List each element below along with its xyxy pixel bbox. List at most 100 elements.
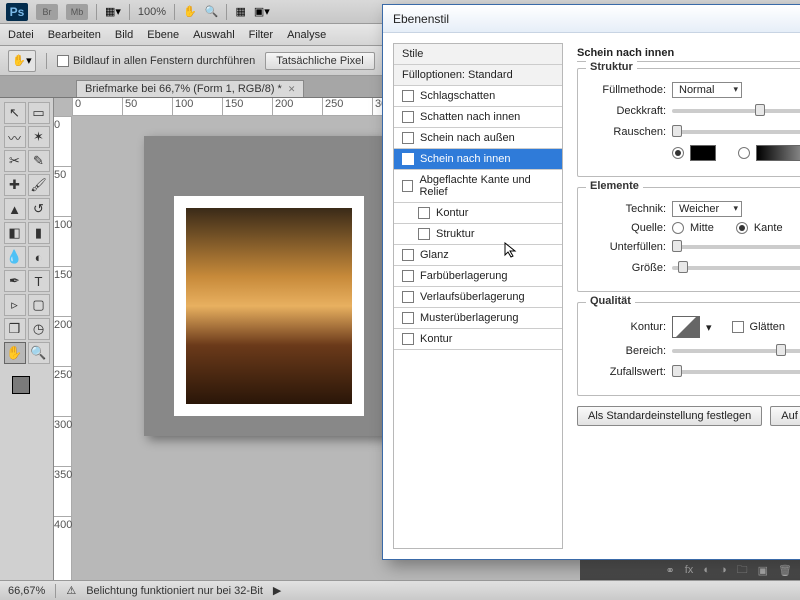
- minibridge-icon[interactable]: Mb: [66, 4, 88, 20]
- zoom-tool[interactable]: 🔍: [28, 342, 50, 364]
- noise-slider[interactable]: [672, 130, 800, 134]
- choke-slider[interactable]: [672, 245, 800, 249]
- opacity-slider[interactable]: [672, 109, 800, 113]
- history-brush-tool[interactable]: ↺: [28, 198, 50, 220]
- antialias-checkbox[interactable]: [732, 321, 744, 333]
- zoom-icon[interactable]: 🔍: [205, 5, 219, 18]
- checkbox-icon[interactable]: [418, 228, 430, 240]
- checkbox-icon[interactable]: [402, 132, 414, 144]
- color-swatches[interactable]: [12, 372, 42, 402]
- style-item[interactable]: Farbüberlagerung: [394, 266, 562, 287]
- status-zoom[interactable]: 66,67%: [8, 585, 45, 597]
- chevron-down-icon[interactable]: ▾: [706, 321, 712, 334]
- style-item[interactable]: Kontur: [394, 329, 562, 350]
- arrange-icon[interactable]: ▣▾: [254, 5, 270, 18]
- pen-tool[interactable]: ✒: [4, 270, 26, 292]
- style-item[interactable]: Schatten nach innen: [394, 107, 562, 128]
- folder-icon[interactable]: 🗀: [737, 561, 748, 580]
- source-center-radio[interactable]: [672, 222, 684, 234]
- chevron-right-icon[interactable]: ▶: [273, 584, 281, 597]
- style-item[interactable]: Kontur: [394, 203, 562, 224]
- style-item[interactable]: Glanz: [394, 245, 562, 266]
- checkbox-icon[interactable]: [402, 312, 414, 324]
- color-radio[interactable]: [672, 147, 684, 159]
- glow-gradient-chip[interactable]: [756, 145, 800, 161]
- checkbox-icon[interactable]: [402, 111, 414, 123]
- crop-tool[interactable]: ✂: [4, 150, 26, 172]
- make-default-button[interactable]: Als Standardeinstellung festlegen: [577, 406, 762, 426]
- gradient-tool[interactable]: ▮: [28, 222, 50, 244]
- close-icon[interactable]: ✕: [288, 84, 296, 95]
- eyedropper-tool[interactable]: ✎: [28, 150, 50, 172]
- view-extras-icon[interactable]: ▦: [235, 5, 245, 18]
- lasso-tool[interactable]: 〰: [4, 126, 26, 148]
- actual-pixels-button[interactable]: Tatsächliche Pixel: [265, 52, 374, 70]
- gradient-radio[interactable]: [738, 147, 750, 159]
- dodge-tool[interactable]: ◐: [28, 246, 50, 268]
- technique-select[interactable]: Weicher: [672, 201, 742, 217]
- reset-default-button[interactable]: Auf St: [770, 406, 800, 426]
- range-slider[interactable]: [672, 349, 800, 353]
- menu-analyse[interactable]: Analyse: [287, 29, 326, 41]
- checkbox-icon[interactable]: [402, 291, 414, 303]
- menu-bearbeiten[interactable]: Bearbeiten: [48, 29, 101, 41]
- hand-icon[interactable]: ✋: [183, 5, 197, 18]
- doc-tab[interactable]: Briefmarke bei 66,7% (Form 1, RGB/8) * ✕: [76, 80, 304, 97]
- move-tool[interactable]: ↖: [4, 102, 26, 124]
- type-tool[interactable]: T: [28, 270, 50, 292]
- source-edge-radio[interactable]: [736, 222, 748, 234]
- hand-tool-indicator[interactable]: ✋▾: [8, 50, 36, 72]
- checkbox-icon[interactable]: [402, 270, 414, 282]
- hand-tool[interactable]: ✋: [4, 342, 26, 364]
- menu-ebene[interactable]: Ebene: [147, 29, 179, 41]
- contour-picker[interactable]: [672, 316, 700, 338]
- checkbox-icon[interactable]: [402, 333, 414, 345]
- path-select-tool[interactable]: ▹: [4, 294, 26, 316]
- menu-auswahl[interactable]: Auswahl: [193, 29, 235, 41]
- menu-bild[interactable]: Bild: [115, 29, 133, 41]
- style-item[interactable]: Schein nach innen: [394, 149, 562, 170]
- fg-color-swatch[interactable]: [12, 376, 30, 394]
- camera3d-tool[interactable]: ◷: [28, 318, 50, 340]
- marquee-tool[interactable]: ▭: [28, 102, 50, 124]
- shape-tool[interactable]: ▢: [28, 294, 50, 316]
- new-layer-icon[interactable]: ▣: [758, 564, 768, 577]
- checkbox-icon[interactable]: [402, 180, 413, 192]
- style-item[interactable]: Abgeflachte Kante und Relief: [394, 170, 562, 203]
- menu-datei[interactable]: Datei: [8, 29, 34, 41]
- styles-header[interactable]: Stile: [394, 44, 562, 65]
- wand-tool[interactable]: ✶: [28, 126, 50, 148]
- bridge-icon[interactable]: Br: [36, 4, 58, 20]
- fill-options[interactable]: Fülloptionen: Standard: [394, 65, 562, 86]
- fx-icon[interactable]: fx: [685, 564, 694, 576]
- checkbox-icon[interactable]: [402, 90, 414, 102]
- link-icon[interactable]: ⚭: [666, 564, 675, 577]
- scroll-all-checkbox[interactable]: Bildlauf in allen Fenstern durchführen: [57, 55, 255, 67]
- screen-mode-icon[interactable]: ▦▾: [105, 5, 121, 18]
- vertical-ruler[interactable]: 050100150200250300350400: [54, 116, 72, 580]
- menu-filter[interactable]: Filter: [249, 29, 273, 41]
- heal-tool[interactable]: ✚: [4, 174, 26, 196]
- style-item[interactable]: Verlaufsüberlagerung: [394, 287, 562, 308]
- jitter-slider[interactable]: [672, 370, 800, 374]
- adjustment-icon[interactable]: ◑: [720, 564, 727, 576]
- stamp-tool[interactable]: ▲: [4, 198, 26, 220]
- eraser-tool[interactable]: ◧: [4, 222, 26, 244]
- brush-tool[interactable]: 🖌: [28, 174, 50, 196]
- style-item[interactable]: Struktur: [394, 224, 562, 245]
- glow-color-chip[interactable]: [690, 145, 716, 161]
- checkbox-icon[interactable]: [402, 249, 414, 261]
- size-slider[interactable]: [672, 266, 800, 270]
- dialog-title[interactable]: Ebenenstil: [383, 5, 800, 33]
- style-item[interactable]: Musterüberlagerung: [394, 308, 562, 329]
- style-item[interactable]: Schein nach außen: [394, 128, 562, 149]
- style-item[interactable]: Schlagschatten: [394, 86, 562, 107]
- checkbox-icon[interactable]: [402, 153, 414, 165]
- mask-icon[interactable]: ◐: [703, 564, 710, 576]
- zoom-level[interactable]: 100%: [138, 6, 166, 18]
- view3d-tool[interactable]: ❒: [4, 318, 26, 340]
- blend-mode-select[interactable]: Normal: [672, 82, 742, 98]
- blur-tool[interactable]: 💧: [4, 246, 26, 268]
- checkbox-icon[interactable]: [418, 207, 430, 219]
- trash-icon[interactable]: 🗑: [778, 564, 792, 577]
